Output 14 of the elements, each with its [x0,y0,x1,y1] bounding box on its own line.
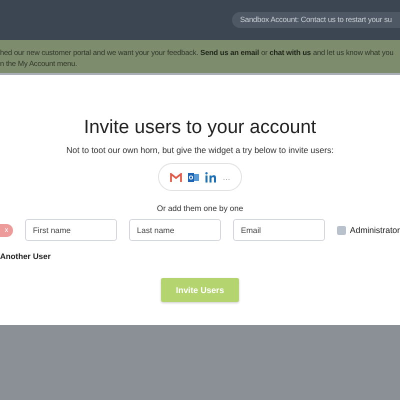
mail-icon [170,172,182,182]
checkbox-label: Administrator [350,225,400,235]
modal-title: Invite users to your account [84,117,316,139]
more-text: ... [222,172,230,182]
administrator-checkbox[interactable] [336,226,346,234]
input-field[interactable]: Last name [128,219,221,241]
in-icon [204,172,217,182]
calendar-mail-icon [188,172,199,182]
modal-subtitle: Not to toot our own horn, but give the widget a try below to invite users: [66,145,334,155]
import-widget[interactable]: ... [158,163,242,191]
input-field[interactable]: First name [24,219,117,241]
input-field[interactable]: Email [232,219,325,241]
add-user-link[interactable]: Another User [0,252,51,261]
divider-text: Or add them one by one [156,204,244,213]
